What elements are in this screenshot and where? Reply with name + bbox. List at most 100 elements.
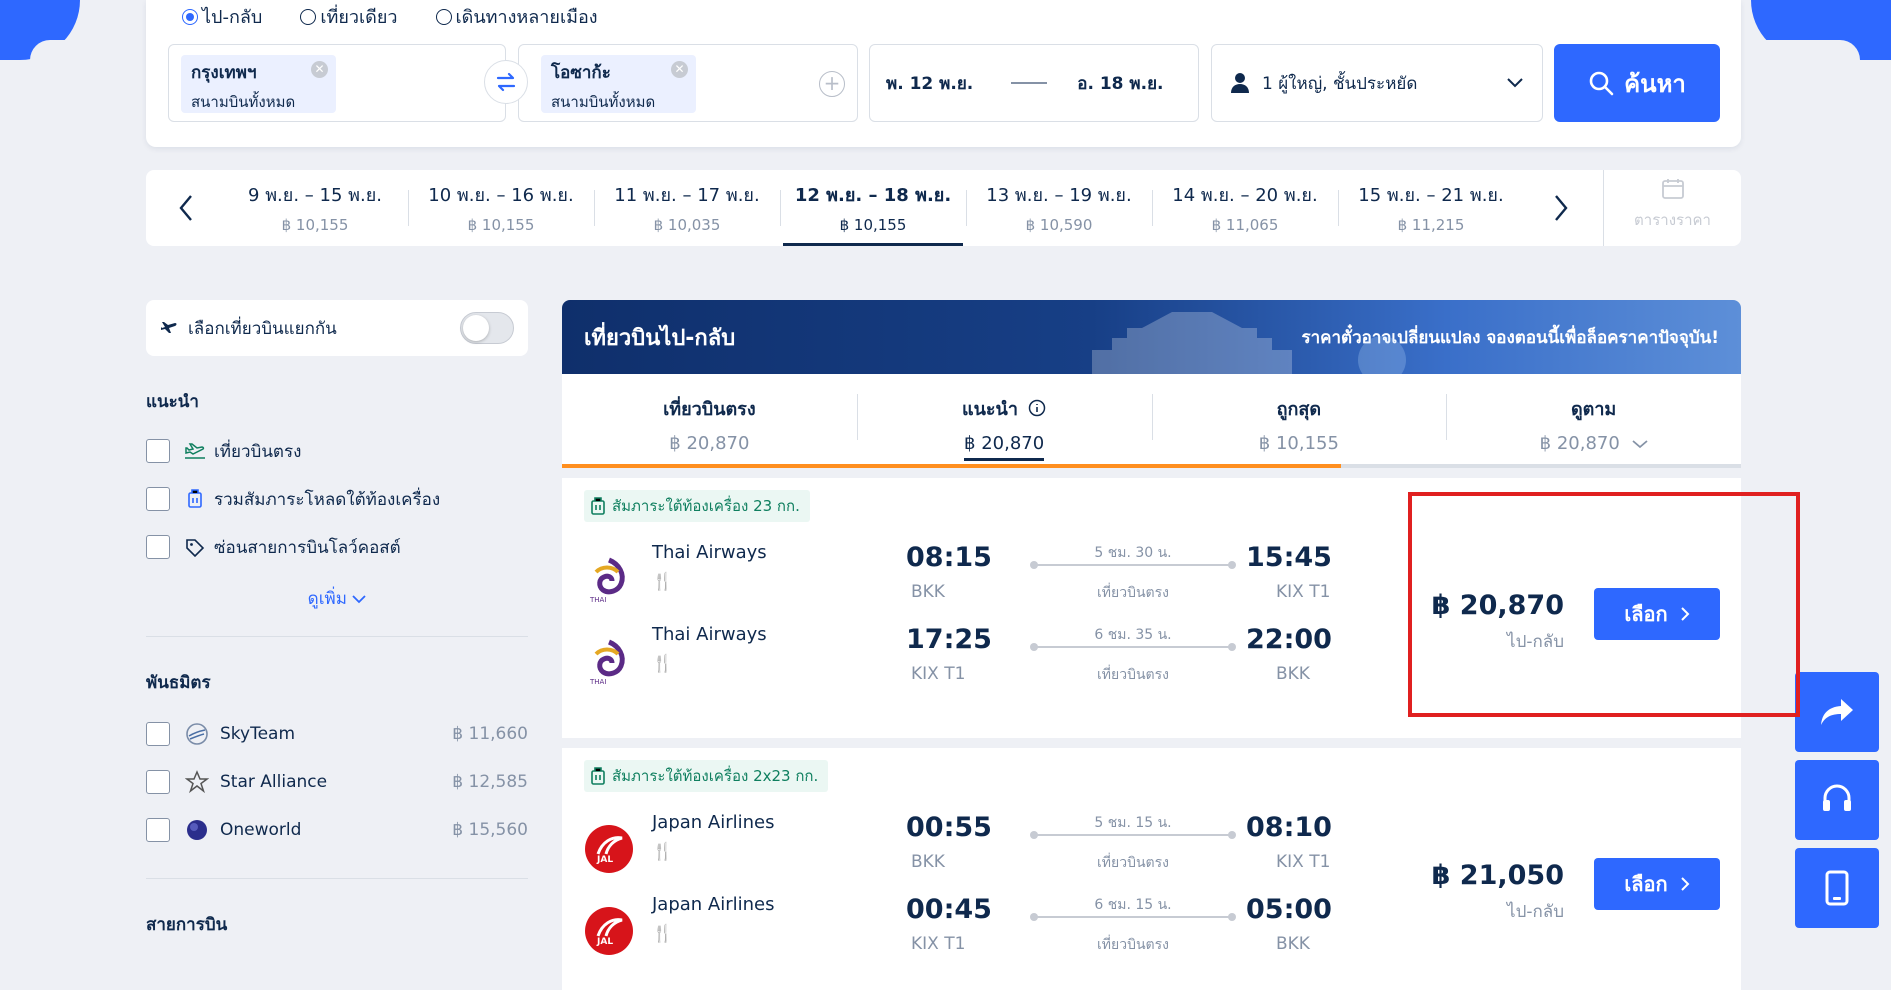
alliance-heading: พันธมิตร: [146, 673, 211, 693]
chevron-right-icon: [1555, 195, 1568, 221]
flight-duration: 5 ชม. 30 น.: [1094, 545, 1172, 561]
flight-leg-outbound: JAL Japan Airlines 🍴 00:55 BKK 5 ชม. 15 …: [584, 812, 1344, 892]
baggage-badge: สัมภาระใต้ท้องเครื่อง 2x23 กก.: [584, 760, 829, 792]
date-option[interactable]: 10 พ.ย. – 16 พ.ย. ฿ 10,155: [408, 170, 594, 246]
info-icon[interactable]: [1028, 399, 1046, 417]
trip-type-roundtrip[interactable]: ไป-กลับ: [182, 2, 262, 31]
thai-airways-logo-icon: THAI: [589, 639, 625, 686]
select-flight-button[interactable]: เลือก: [1594, 858, 1720, 910]
filter-direct[interactable]: เที่ยวบินตรง: [146, 427, 528, 475]
banner-title: เที่ยวบินไป-กลับ: [584, 325, 736, 351]
flight-duration: 6 ชม. 15 น.: [1094, 897, 1172, 913]
flight-type: เที่ยวบินตรง: [1097, 855, 1169, 871]
route-line: [1030, 913, 1236, 921]
svg-text:JAL: JAL: [596, 937, 613, 947]
airline-name: Thai Airways: [652, 542, 767, 563]
origin-city: กรุงเทพฯ: [191, 63, 257, 83]
origin-airport: สนามบินทั้งหมด: [191, 93, 296, 111]
checkbox[interactable]: [146, 818, 170, 842]
date-option[interactable]: 14 พ.ย. – 20 พ.ย. ฿ 11,065: [1152, 170, 1338, 246]
filter-hide-lowcost[interactable]: ซ่อนสายการบินโลว์คอสต์: [146, 523, 528, 571]
trip-type-oneway[interactable]: เที่ยวเดียว: [300, 2, 398, 31]
search-button[interactable]: ค้นหา: [1554, 44, 1720, 122]
sort-tab-more[interactable]: ดูตาม ฿ 20,870: [1446, 374, 1741, 468]
origin-field[interactable]: กรุงเทพฯ สนามบินทั้งหมด ✕: [168, 44, 506, 122]
swap-cities-button[interactable]: [484, 60, 528, 104]
date-range-field[interactable]: พ. 12 พ.ย. อ. 18 พ.ย.: [869, 44, 1199, 122]
flight-price: ฿ 21,050: [1431, 860, 1564, 891]
thai-airways-logo-icon: THAI: [589, 557, 625, 604]
date-prev-button[interactable]: [166, 188, 206, 228]
destination-airport: สนามบินทั้งหมด: [551, 93, 656, 111]
passenger-class-field[interactable]: 1 ผู้ใหญ่, ชั้นประหยัด: [1211, 44, 1543, 122]
show-more-link[interactable]: ดูเพิ่ม: [146, 585, 528, 612]
date-option[interactable]: 9 พ.ย. – 15 พ.ย. ฿ 10,155: [222, 170, 408, 246]
filter-alliance-skyteam[interactable]: SkyTeam ฿ 11,660: [146, 710, 528, 758]
results-banner: เที่ยวบินไป-กลับ ราคาตั๋วอาจเปลี่ยนแปลง …: [562, 300, 1741, 374]
date-next-button[interactable]: [1541, 188, 1581, 228]
arrival-time: 08:10: [1246, 812, 1332, 843]
filter-sidebar: เลือกเที่ยวบินแยกกัน แนะนำ เที่ยวบินตรง …: [146, 300, 528, 938]
checkbox[interactable]: [146, 439, 170, 463]
checkbox[interactable]: [146, 722, 170, 746]
checkbox[interactable]: [146, 487, 170, 511]
arrival-airport: BKK: [1276, 664, 1310, 684]
osaka-castle-image: [1092, 312, 1406, 374]
checkbox[interactable]: [146, 770, 170, 794]
radio-icon: [300, 8, 317, 25]
trip-type-multicity[interactable]: เดินทางหลายเมือง: [435, 2, 598, 31]
support-button[interactable]: [1795, 760, 1879, 840]
origin-chip: กรุงเทพฯ สนามบินทั้งหมด ✕: [181, 55, 336, 113]
price-calendar-button[interactable]: ตารางราคา: [1603, 170, 1741, 246]
sort-tabs: เที่ยวบินตรง ฿ 20,870 แนะนำ ฿ 20,870 ถูก…: [562, 374, 1741, 468]
date-option[interactable]: 15 พ.ย. – 21 พ.ย. ฿ 11,215: [1338, 170, 1524, 246]
chevron-right-icon: [1680, 607, 1690, 621]
clear-destination-icon[interactable]: ✕: [671, 61, 688, 78]
mobile-app-button[interactable]: [1795, 848, 1879, 928]
svg-text:JAL: JAL: [596, 855, 613, 865]
flight-leg-return: JAL Japan Airlines 🍴 00:45 KIX T1 6 ชม. …: [584, 894, 1344, 974]
radio-selected-icon: [182, 8, 198, 25]
clear-origin-icon[interactable]: ✕: [311, 61, 328, 78]
sort-tab-cheapest[interactable]: ถูกสุด ฿ 10,155: [1151, 374, 1447, 468]
price-note: ไป-กลับ: [1507, 632, 1564, 652]
route-line: [1030, 831, 1236, 839]
departure-airport: BKK: [911, 582, 945, 602]
filter-alliance-oneworld[interactable]: Oneworld ฿ 15,560: [146, 806, 528, 854]
sort-tab-direct[interactable]: เที่ยวบินตรง ฿ 20,870: [562, 374, 857, 468]
date-option-selected[interactable]: 12 พ.ย. – 18 พ.ย. ฿ 10,155: [780, 170, 966, 246]
flight-type: เที่ยวบินตรง: [1097, 667, 1169, 683]
departure-time: 17:25: [906, 624, 992, 655]
flight-duration: 5 ชม. 15 น.: [1094, 815, 1172, 831]
separate-tickets-toggle[interactable]: [460, 312, 514, 344]
flight-card: สัมภาระใต้ท้องเครื่อง 23 กก. THAI Thai A…: [562, 478, 1741, 738]
results-panel: เที่ยวบินไป-กลับ ราคาตั๋วอาจเปลี่ยนแปลง …: [562, 300, 1741, 990]
svg-text:THAI: THAI: [589, 678, 606, 686]
route-line: [1030, 643, 1236, 651]
flight-type: เที่ยวบินตรง: [1097, 937, 1169, 953]
share-button[interactable]: [1795, 672, 1879, 752]
meal-icon: 🍴: [652, 924, 674, 944]
meal-icon: 🍴: [652, 572, 674, 592]
flight-type: เที่ยวบินตรง: [1097, 585, 1169, 601]
separate-tickets-label: เลือกเที่ยวบินแยกกัน: [188, 318, 337, 339]
checkbox[interactable]: [146, 535, 170, 559]
destination-field[interactable]: โอซาก้ะ สนามบินทั้งหมด ✕ +: [518, 44, 858, 122]
filter-checked-baggage[interactable]: รวมสัมภาระโหลดใต้ท้องเครื่อง: [146, 475, 528, 523]
chevron-down-icon: [352, 595, 366, 604]
date-option[interactable]: 13 พ.ย. – 19 พ.ย. ฿ 10,590: [966, 170, 1152, 246]
sort-tab-recommended[interactable]: แนะนำ ฿ 20,870: [856, 374, 1152, 468]
passenger-class-value: 1 ผู้ใหญ่, ชั้นประหยัด: [1262, 73, 1418, 94]
return-date: อ. 18 พ.ย.: [1077, 73, 1164, 94]
meal-icon: 🍴: [652, 654, 674, 674]
flight-takeoff-icon: [185, 443, 205, 459]
filter-alliance-star[interactable]: Star Alliance ฿ 12,585: [146, 758, 528, 806]
add-city-icon[interactable]: +: [819, 71, 845, 97]
flight-leg-return: THAI Thai Airways 🍴 17:25 KIX T1 6 ชม. 3…: [584, 624, 1344, 704]
separate-tickets-card: เลือกเที่ยวบินแยกกัน: [146, 300, 528, 356]
date-option[interactable]: 11 พ.ย. – 17 พ.ย. ฿ 10,035: [594, 170, 780, 246]
select-flight-button[interactable]: เลือก: [1594, 588, 1720, 640]
skyteam-logo-icon: [184, 721, 210, 747]
divider: [146, 636, 528, 637]
chevron-down-icon: [1631, 440, 1648, 449]
